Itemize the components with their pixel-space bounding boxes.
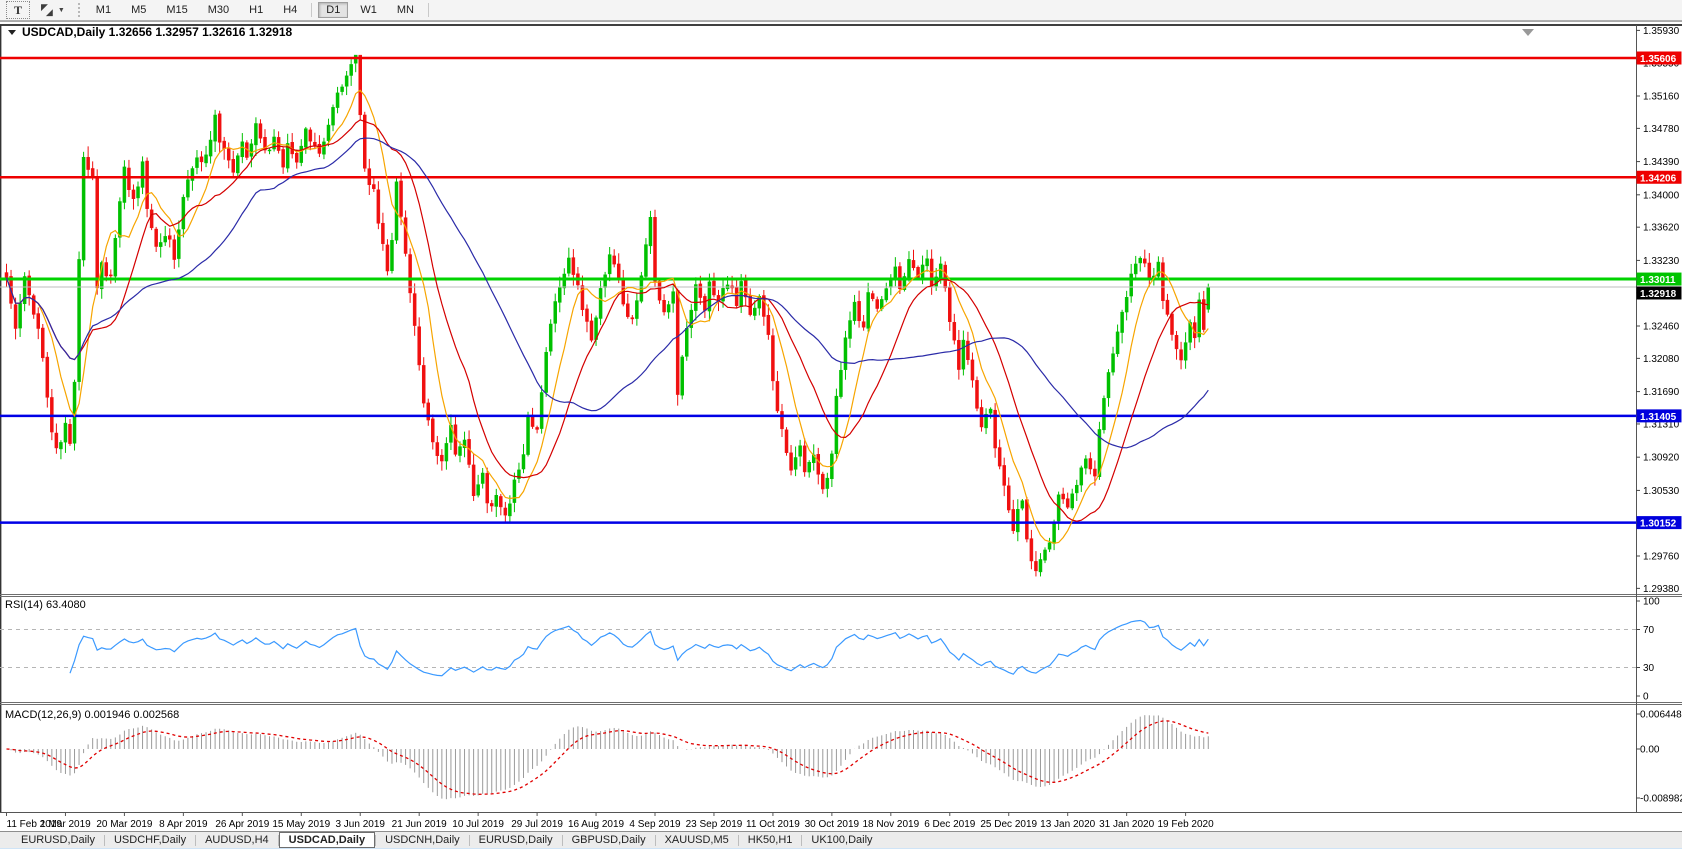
timeframe-button-M1[interactable]: M1 xyxy=(88,2,119,18)
text-tool-button[interactable]: T xyxy=(6,1,30,19)
svg-text:1.30920: 1.30920 xyxy=(1643,453,1680,464)
svg-text:20 Mar 2019: 20 Mar 2019 xyxy=(96,819,153,830)
svg-text:1.29380: 1.29380 xyxy=(1643,584,1680,595)
svg-text:1.33230: 1.33230 xyxy=(1643,256,1680,267)
timeframe-button-M30[interactable]: M30 xyxy=(200,2,237,18)
svg-text:1.31405: 1.31405 xyxy=(1640,412,1677,423)
toolbar-separator xyxy=(311,3,313,17)
timeframe-button-H1[interactable]: H1 xyxy=(241,2,271,18)
svg-text:30 Oct 2019: 30 Oct 2019 xyxy=(805,819,860,830)
svg-text:1.34780: 1.34780 xyxy=(1643,124,1680,135)
title-collapse-icon xyxy=(8,30,16,35)
chart-shift-marker xyxy=(1522,29,1534,36)
svg-text:6 Dec 2019: 6 Dec 2019 xyxy=(924,819,976,830)
svg-text:19 Feb 2020: 19 Feb 2020 xyxy=(1158,819,1215,830)
arrows-tool-button[interactable]: ◤ ◢ ▼ xyxy=(38,2,68,18)
svg-text:30: 30 xyxy=(1643,663,1655,674)
chart-tab-AUDUSD-H4[interactable]: AUDUSD,H4 xyxy=(196,833,278,847)
svg-text:16 Aug 2019: 16 Aug 2019 xyxy=(568,819,625,830)
svg-text:1.35930: 1.35930 xyxy=(1643,26,1680,37)
svg-text:31 Jan 2020: 31 Jan 2020 xyxy=(1099,819,1154,830)
svg-text:70: 70 xyxy=(1643,625,1655,636)
svg-text:1.31690: 1.31690 xyxy=(1643,387,1680,398)
chart-tab-EURUSD-Daily[interactable]: EURUSD,Daily xyxy=(12,833,104,847)
svg-text:13 Jan 2020: 13 Jan 2020 xyxy=(1040,819,1095,830)
top-toolbar: T ◤ ◢ ▼ M1 M5 M15 M30 H1 H4 D1 W1 MN xyxy=(0,0,1682,21)
moving-averages xyxy=(5,89,1209,544)
svg-text:1.34000: 1.34000 xyxy=(1643,190,1680,201)
rsi-label: RSI(14) 63.4080 xyxy=(5,599,86,611)
mt4-window: T ◤◢ ▼ M1M5M15M30H1H4D1W1MN 1.359301.355… xyxy=(0,0,1682,849)
chart-tab-USDCHF-Daily[interactable]: USDCHF,Daily xyxy=(105,833,195,847)
svg-text:8 Apr 2019: 8 Apr 2019 xyxy=(159,819,208,830)
svg-text:1.30530: 1.30530 xyxy=(1643,486,1680,497)
timeframe-button-H4[interactable]: H4 xyxy=(275,2,305,18)
chart-canvas[interactable]: 1.359301.355501.351601.347801.343901.340… xyxy=(0,21,1682,831)
macd-label: MACD(12,26,9) 0.001946 0.002568 xyxy=(5,709,179,721)
svg-text:3 Jun 2019: 3 Jun 2019 xyxy=(335,819,385,830)
svg-text:26 Apr 2019: 26 Apr 2019 xyxy=(215,819,269,830)
svg-text:1.35606: 1.35606 xyxy=(1640,54,1677,65)
svg-text:21 Jun 2019: 21 Jun 2019 xyxy=(392,819,447,830)
svg-text:1.29760: 1.29760 xyxy=(1643,551,1680,562)
svg-text:1.35160: 1.35160 xyxy=(1643,91,1680,102)
svg-text:1.30152: 1.30152 xyxy=(1640,519,1677,530)
svg-text:0.006448: 0.006448 xyxy=(1640,710,1682,721)
svg-text:1.33620: 1.33620 xyxy=(1643,223,1680,234)
date-axis[interactable]: 11 Feb 20191 Mar 2019 20 Mar 2019 8 Apr 20… xyxy=(6,812,1215,830)
svg-text:1.32080: 1.32080 xyxy=(1643,354,1680,365)
chart-title: USDCAD,Daily 1.32656 1.32957 1.32616 1.3… xyxy=(8,25,293,39)
rsi-panel: 100 70 30 0 RSI(14) 63.4080 xyxy=(0,597,1660,703)
chart-tab-UK100-Daily[interactable]: UK100,Daily xyxy=(802,833,881,847)
timeframe-button-W1[interactable]: W1 xyxy=(352,2,385,18)
svg-text:1.34206: 1.34206 xyxy=(1640,173,1677,184)
dropdown-caret-icon[interactable]: ▼ xyxy=(58,7,65,14)
svg-text:10 Jul 2019: 10 Jul 2019 xyxy=(452,819,504,830)
svg-text:18 Nov 2019: 18 Nov 2019 xyxy=(862,819,919,830)
svg-text:15 May 2019: 15 May 2019 xyxy=(272,819,330,830)
arrows-icon: ◢ xyxy=(45,6,53,17)
chart-tab-USDCNH-Daily[interactable]: USDCNH,Daily xyxy=(376,833,469,847)
timeframe-button-MN[interactable]: MN xyxy=(389,2,422,18)
macd-panel: 0.006448 0.00 -0.008982 MACD(12,26,9) 0.001… xyxy=(5,709,1682,805)
toolbar-grip xyxy=(77,3,80,17)
svg-text:25 Dec 2019: 25 Dec 2019 xyxy=(980,819,1037,830)
svg-text:11 Oct 2019: 11 Oct 2019 xyxy=(746,819,800,830)
svg-text:1.32918: 1.32918 xyxy=(1640,289,1677,300)
chart-tabs-bar: EURUSD,Daily USDCHF,Daily AUDUSD,H4 USDCAD,… xyxy=(0,831,1682,848)
svg-text:-0.008982: -0.008982 xyxy=(1640,794,1682,805)
timeframe-toolbar: M1 M5 M15 M30 H1 H4 D1 W1 MN xyxy=(86,2,433,18)
text-tool-icon: T xyxy=(13,2,22,17)
svg-text:0: 0 xyxy=(1643,692,1649,703)
symbol-ohlc-title: USDCAD,Daily 1.32656 1.32957 1.32616 1.3… xyxy=(22,25,293,39)
svg-text:1.32460: 1.32460 xyxy=(1643,321,1680,332)
svg-text:1 Mar 2019: 1 Mar 2019 xyxy=(40,819,91,830)
chart-tab-USDCAD-Daily[interactable]: USDCAD,Daily xyxy=(278,832,376,848)
svg-text:0.00: 0.00 xyxy=(1640,745,1660,756)
toolbar-separator xyxy=(427,3,429,17)
chart-tab-EURUSD-Daily[interactable]: EURUSD,Daily xyxy=(470,833,562,847)
timeframe-button-M5[interactable]: M5 xyxy=(123,2,154,18)
chart-tab-XAUUSD-M5[interactable]: XAUUSD,M5 xyxy=(656,833,738,847)
timeframe-button-D1[interactable]: D1 xyxy=(318,2,349,18)
svg-text:4 Sep 2019: 4 Sep 2019 xyxy=(629,819,681,830)
chart-tab-GBPUSD-Daily[interactable]: GBPUSD,Daily xyxy=(563,833,655,847)
timeframe-button-M15[interactable]: M15 xyxy=(158,2,195,18)
svg-text:23 Sep 2019: 23 Sep 2019 xyxy=(686,819,743,830)
svg-text:100: 100 xyxy=(1643,597,1660,608)
price-axis[interactable]: 1.359301.355501.351601.347801.343901.340… xyxy=(1636,26,1680,595)
svg-text:1.34390: 1.34390 xyxy=(1643,157,1680,168)
macd-signal-line xyxy=(6,720,1209,795)
chart-tab-HK50-H1[interactable]: HK50,H1 xyxy=(739,833,802,847)
macd-histogram xyxy=(10,715,1209,800)
svg-text:1.33011: 1.33011 xyxy=(1640,275,1676,286)
svg-text:29 Jul 2019: 29 Jul 2019 xyxy=(511,819,563,830)
